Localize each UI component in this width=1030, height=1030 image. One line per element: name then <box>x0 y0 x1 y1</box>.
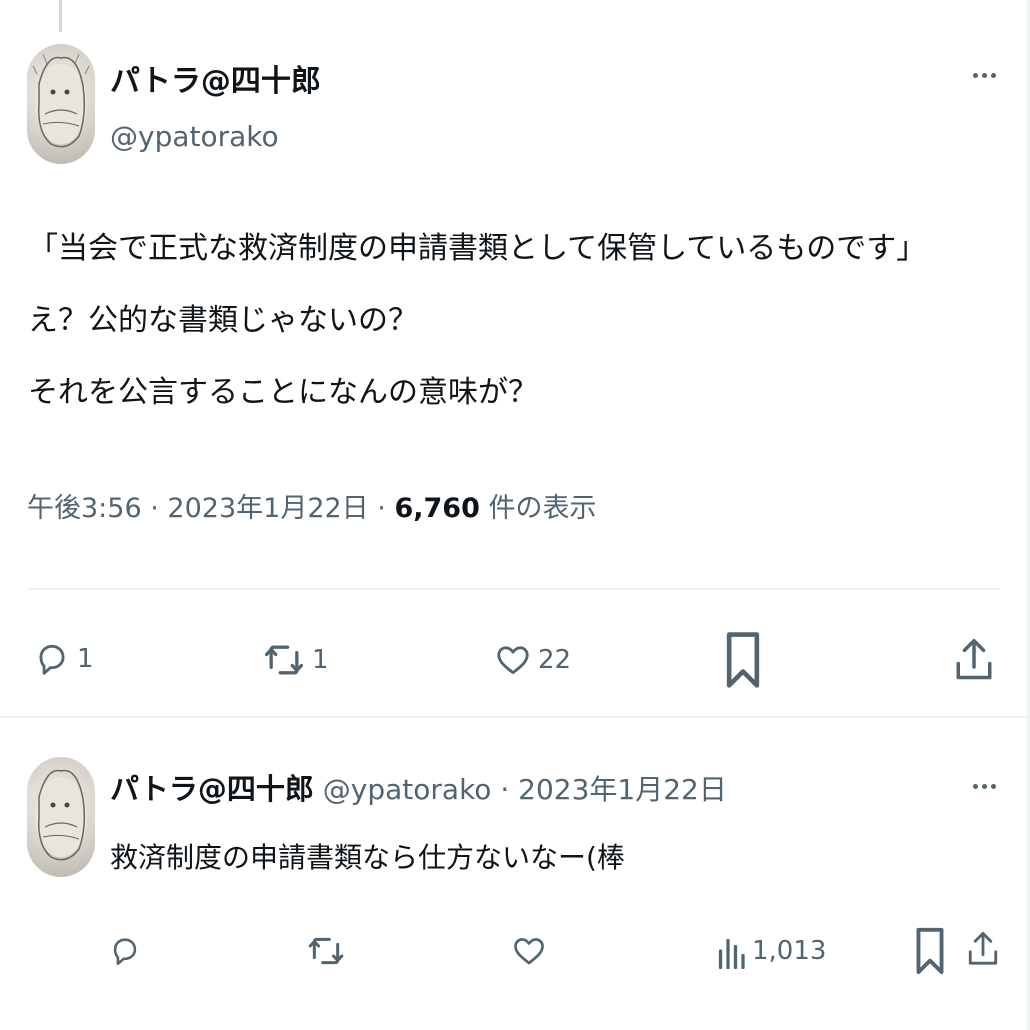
bookmark-icon <box>916 927 944 975</box>
reply-handle[interactable]: @ypatorako <box>323 773 492 806</box>
views-count[interactable]: 6,760 <box>394 493 479 524</box>
avatar[interactable] <box>27 44 95 164</box>
tweet-text-line: それを公言することになんの意味が？ <box>28 375 538 410</box>
meta-separator: · <box>150 493 159 524</box>
retweet-icon <box>264 645 304 675</box>
heart-icon <box>497 646 529 675</box>
reply-like-button[interactable] <box>511 930 547 972</box>
reply-retweet-button[interactable] <box>306 930 346 972</box>
views-count: 1,013 <box>752 936 827 966</box>
tweet-text: 「当会で正式な救済制度の申請書類として保管しているものです」 え？公的な書類じゃな… <box>28 213 926 429</box>
more-dot <box>981 72 987 78</box>
reply-header: パトラ@四十郎 @ypatorako · 2023年1月22日 <box>110 766 727 808</box>
views-label: 件の表示 <box>488 493 597 524</box>
more-dots-icon <box>972 783 978 789</box>
reply-display-name[interactable]: パトラ@四十郎 <box>110 772 314 806</box>
tweet-text-line: 「当会で正式な救済制度の申請書類として保管しているものです」 <box>28 231 927 266</box>
heart-icon <box>514 938 544 965</box>
retweet-button[interactable]: 1 <box>262 638 329 682</box>
divider <box>0 716 1030 718</box>
more-options-button[interactable] <box>964 60 1004 90</box>
reply-views-button[interactable]: 1,013 <box>716 931 826 971</box>
meta-separator: · <box>500 773 510 806</box>
share-button[interactable] <box>953 634 995 686</box>
reply-date[interactable]: 2023年1月22日 <box>518 773 727 806</box>
like-button[interactable]: 22 <box>494 638 571 682</box>
main-tweet: パトラ@四十郎 @ypatorako 「当会で正式な救済制度の申請書類として保管… <box>0 0 1030 716</box>
retweet-icon <box>308 937 344 965</box>
divider <box>27 588 1000 590</box>
user-handle[interactable]: @ypatorako <box>110 120 279 153</box>
reply-bubble-icon <box>39 644 65 675</box>
more-dots-icon <box>972 72 978 78</box>
reply-avatar[interactable] <box>27 757 95 877</box>
reply-count: 1 <box>77 644 94 674</box>
reply-reply-button[interactable] <box>108 928 142 974</box>
share-icon <box>956 639 992 680</box>
reply-more-options-button[interactable] <box>964 771 1004 801</box>
avatar-image <box>32 53 90 148</box>
more-dot <box>981 783 987 789</box>
bar-chart-icon <box>718 938 745 970</box>
share-icon <box>968 932 998 965</box>
tweet-text-line: え？公的な書類じゃないの？ <box>28 303 418 338</box>
tweet-metadata: 午後3:56 · 2023年1月22日 · 6,760 件の表示 <box>27 486 596 525</box>
reply-share-button[interactable] <box>966 926 1000 972</box>
reply-text: 救済制度の申請書類なら仕方ないなー(棒 <box>110 841 625 874</box>
like-count: 22 <box>538 645 572 675</box>
more-dot <box>990 72 996 78</box>
bookmark-button[interactable] <box>724 630 762 690</box>
display-name[interactable]: パトラ@四十郎 <box>110 56 321 100</box>
avatar-image <box>35 769 87 861</box>
more-dot <box>990 783 996 789</box>
reply-button[interactable]: 1 <box>33 636 94 682</box>
bookmark-icon <box>726 632 760 688</box>
retweet-count: 1 <box>312 645 329 675</box>
tweet-time[interactable]: 午後3:56 <box>27 493 142 524</box>
tweet-date[interactable]: 2023年1月22日 <box>167 493 368 524</box>
meta-separator: · <box>377 493 386 524</box>
reply-bubble-icon <box>113 938 137 966</box>
reply-bookmark-button[interactable] <box>914 926 946 976</box>
